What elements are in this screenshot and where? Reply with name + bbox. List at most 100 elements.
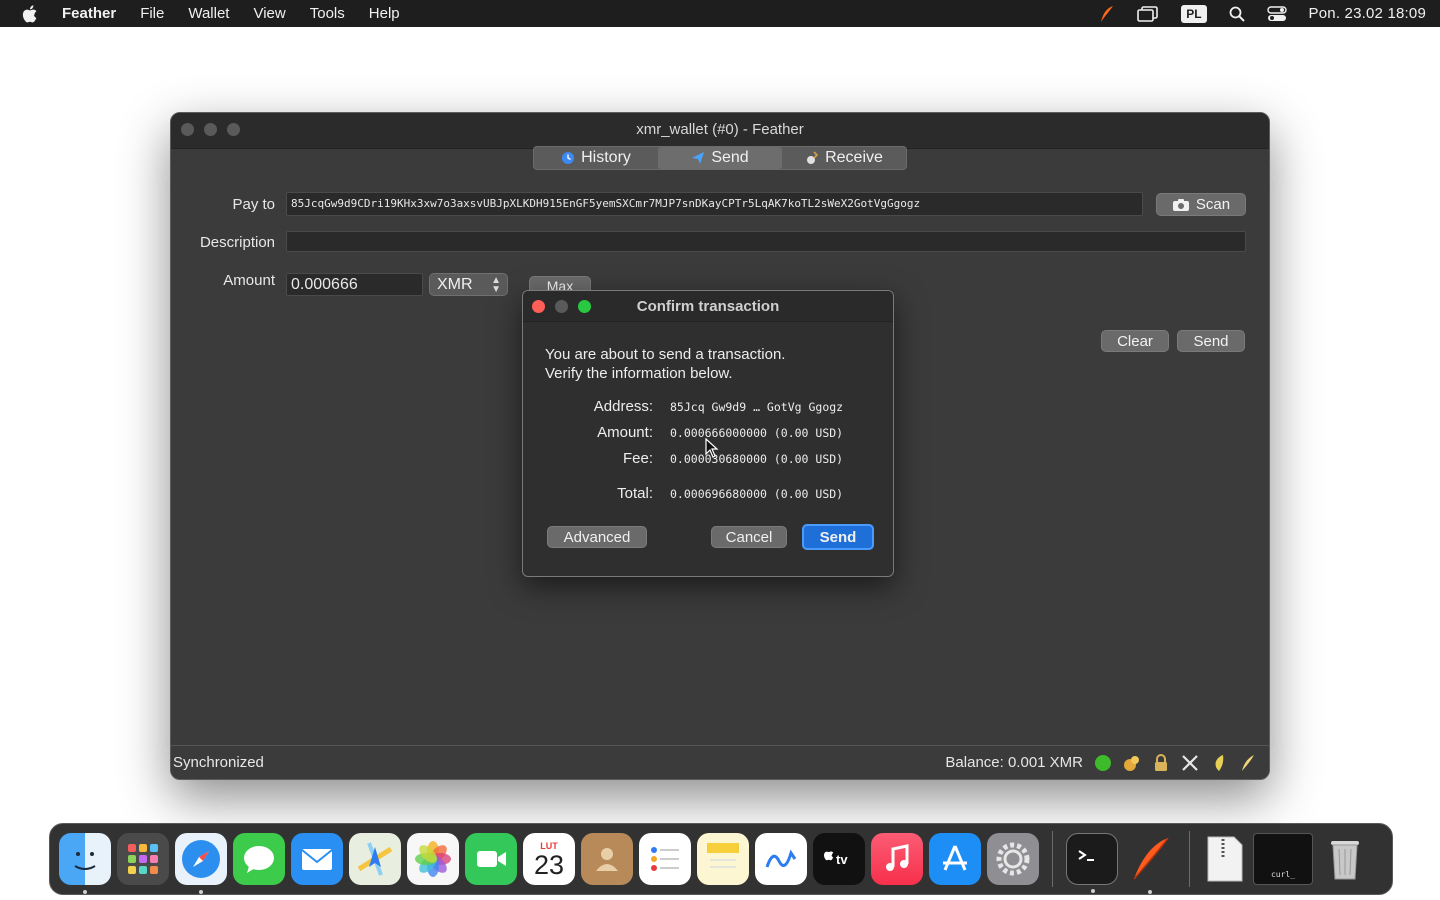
fee-value: 0.000030680000 (0.00 USD): [670, 452, 844, 466]
amount-row-value: 0.000666000000 (0.00 USD): [670, 426, 844, 440]
scan-button[interactable]: Scan: [1156, 193, 1246, 216]
maps-icon: [357, 842, 393, 876]
dock-facetime[interactable]: [465, 833, 517, 885]
dock-safari[interactable]: [175, 833, 227, 894]
send-form-button[interactable]: Send: [1177, 330, 1245, 352]
menu-app-name[interactable]: Feather: [62, 0, 128, 27]
scan-button-label: Scan: [1195, 196, 1231, 213]
tab-receive[interactable]: Receive: [782, 147, 906, 169]
input-source-badge[interactable]: PL: [1181, 4, 1207, 23]
dock-apple-tv[interactable]: tv: [813, 833, 865, 885]
freeform-icon: [765, 849, 797, 868]
facetime-icon: [477, 851, 506, 867]
camera-icon: [1172, 198, 1189, 211]
dock-launchpad[interactable]: [117, 833, 169, 885]
dock-system-settings[interactable]: [987, 833, 1039, 885]
pay-to-input[interactable]: 85JcqGw9d9CDri19KHx3xw7o3axsvUBJpXLKDH91…: [286, 192, 1143, 216]
menu-view[interactable]: View: [241, 0, 297, 27]
currency-select-value: XMR: [437, 275, 473, 293]
dock-feather-wallet[interactable]: [1124, 833, 1176, 894]
dock-zip-file[interactable]: [1203, 833, 1247, 885]
confirm-send-button[interactable]: Send: [802, 524, 874, 550]
dock-maps[interactable]: [349, 833, 401, 885]
calendar-day: 23: [533, 850, 565, 880]
dock-calendar[interactable]: LUT 23: [523, 833, 575, 885]
control-center-icon[interactable]: [1266, 5, 1287, 22]
dock-notes[interactable]: [697, 833, 749, 885]
amount-label: Amount: [223, 272, 275, 289]
balance-text: Balance: 0.001 XMR: [945, 754, 1083, 771]
mining-icon[interactable]: [1123, 754, 1141, 772]
dock-mail[interactable]: [291, 833, 343, 885]
apple-menu[interactable]: [0, 4, 62, 24]
confirm-transaction-dialog: Confirm transaction You are about to sen…: [522, 290, 894, 577]
terminal-window-label: curl_: [1270, 869, 1296, 879]
history-icon: [562, 152, 575, 164]
dock-finder[interactable]: [59, 833, 111, 894]
dock-freeform[interactable]: [755, 833, 807, 885]
spotlight-search-icon[interactable]: [1229, 6, 1245, 22]
running-indicator: [199, 890, 203, 894]
screen-mirroring-icon[interactable]: [1137, 5, 1159, 22]
main-tab-bar: History Send Receive: [533, 146, 907, 170]
menu-tools[interactable]: Tools: [298, 0, 357, 27]
photos-icon: [415, 841, 451, 877]
notes-icon: [707, 843, 739, 868]
total-label: Total:: [617, 485, 653, 502]
seed-icon[interactable]: [1210, 754, 1228, 772]
dialog-title: Confirm transaction: [636, 298, 780, 315]
app-store-icon: [943, 845, 967, 871]
dock: LUT 23 tv curl_: [49, 823, 1393, 895]
amount-row-label: Amount:: [597, 424, 653, 441]
feather-status-icon[interactable]: [1099, 5, 1115, 23]
address-label: Address:: [593, 398, 653, 415]
tab-send-label: Send: [711, 149, 749, 166]
dock-terminal-window[interactable]: curl_: [1253, 833, 1313, 885]
menu-file[interactable]: File: [128, 0, 176, 27]
apple-tv-icon: tv: [824, 851, 848, 867]
receive-icon: [807, 151, 819, 164]
lock-icon[interactable]: [1152, 753, 1170, 772]
dock-contacts[interactable]: [581, 833, 633, 885]
dock-separator: [1189, 831, 1190, 887]
dock-photos[interactable]: [407, 833, 459, 885]
messages-icon: [244, 846, 274, 873]
tab-history-label: History: [581, 149, 631, 166]
menu-wallet[interactable]: Wallet: [176, 0, 241, 27]
mail-icon: [301, 849, 333, 870]
dock-music[interactable]: [871, 833, 923, 885]
tor-feather-icon[interactable]: [1239, 754, 1257, 772]
connection-status-icon[interactable]: [1094, 754, 1112, 772]
pay-to-label: Pay to: [232, 196, 275, 213]
tab-send[interactable]: Send: [658, 147, 782, 169]
dock-reminders[interactable]: [639, 833, 691, 885]
cancel-button[interactable]: Cancel: [711, 526, 787, 548]
dock-messages[interactable]: [233, 833, 285, 885]
currency-select[interactable]: XMR ▲ ▼: [429, 273, 508, 296]
clear-button-label: Clear: [1117, 332, 1153, 350]
menu-bar: Feather File Wallet View Tools Help PL P…: [0, 0, 1440, 27]
dock-trash[interactable]: [1319, 833, 1371, 885]
clear-button[interactable]: Clear: [1101, 330, 1169, 352]
dock-app-store[interactable]: [929, 833, 981, 885]
settings-tools-icon[interactable]: [1181, 754, 1199, 772]
menu-clock[interactable]: Pon. 23.02 18:09: [1309, 5, 1426, 22]
description-label: Description: [199, 234, 275, 251]
tab-receive-label: Receive: [825, 149, 883, 166]
advanced-button[interactable]: Advanced: [547, 526, 647, 548]
tab-history[interactable]: History: [534, 147, 658, 169]
reminders-icon: [651, 847, 679, 871]
send-form-button-label: Send: [1193, 332, 1229, 350]
safari-icon: [182, 840, 220, 878]
running-indicator: [1091, 889, 1095, 893]
description-input[interactable]: [286, 231, 1246, 252]
apple-icon: [22, 4, 37, 22]
dock-terminal[interactable]: [1066, 833, 1118, 893]
dock-separator: [1052, 831, 1053, 887]
amount-input[interactable]: 0.000666: [286, 273, 423, 296]
window-title: xmr_wallet (#0) - Feather: [636, 121, 804, 138]
finder-icon: [74, 852, 96, 870]
gear-icon: [996, 842, 1030, 876]
sync-status: Synchronized: [173, 754, 264, 771]
menu-help[interactable]: Help: [357, 0, 412, 27]
